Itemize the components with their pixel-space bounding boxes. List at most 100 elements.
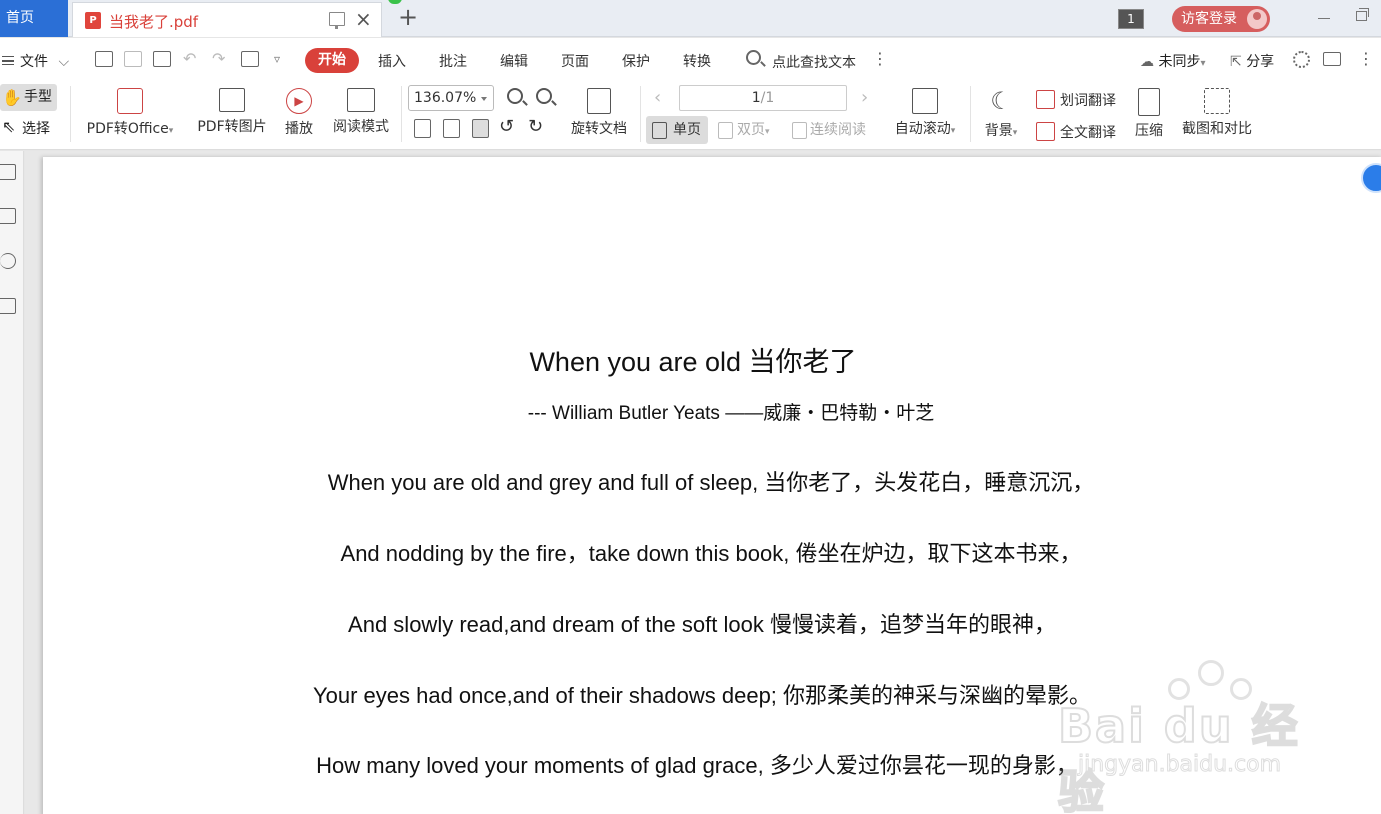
play-icon: ▶ — [286, 88, 312, 114]
menu-tab-start[interactable]: 开始 — [305, 48, 359, 73]
double-page-icon — [718, 122, 733, 139]
hand-icon: ✋ — [2, 88, 22, 107]
poem-line: When you are old and grey and full of sl… — [327, 470, 1095, 495]
quick-access-dropdown-icon[interactable]: ▿ — [274, 52, 280, 66]
full-translate-icon — [1036, 122, 1055, 141]
search-text-field[interactable]: 点此查找文本 — [772, 52, 856, 72]
moon-icon: ☾ — [990, 87, 1012, 115]
gear-icon[interactable] — [1293, 51, 1310, 68]
bookmark-tag-icon[interactable] — [0, 253, 16, 269]
pdf-to-image-button[interactable]: PDF转图片 — [194, 88, 270, 136]
open-folder-icon[interactable] — [95, 51, 113, 67]
sync-status-button[interactable]: ☁ 未同步▾ — [1140, 51, 1205, 71]
next-page-icon[interactable]: › — [861, 87, 868, 108]
rotate-left-icon[interactable]: ↺ — [499, 116, 514, 137]
continuous-read-button[interactable]: 连续阅读 — [786, 116, 866, 144]
pin-tab-icon[interactable] — [329, 12, 345, 29]
word-translate-icon — [1036, 90, 1055, 109]
close-tab-icon[interactable]: × — [355, 7, 372, 31]
menu-tab-annotate[interactable]: 批注 — [439, 51, 467, 71]
redo-icon[interactable]: ↷ — [212, 49, 225, 68]
image-icon — [219, 88, 245, 112]
tab-document-title: 当我老了.pdf — [109, 13, 199, 31]
poem-title: When you are old 当你老了 — [529, 347, 857, 377]
menu-tab-protect[interactable]: 保护 — [622, 51, 650, 71]
outline-icon[interactable] — [0, 164, 16, 180]
export-icon[interactable] — [241, 51, 259, 67]
zoom-in-icon[interactable] — [536, 88, 552, 104]
undo-icon[interactable]: ↶ — [183, 49, 196, 68]
window-count-badge[interactable]: 1 — [1118, 9, 1144, 29]
rotate-document-icon — [587, 88, 611, 114]
zoom-out-icon[interactable] — [507, 88, 523, 104]
tab-bar: 首页 P 当我老了.pdf × + 1 访客登录 — [0, 0, 1381, 37]
chevron-down-icon: ⌵ — [58, 54, 70, 70]
more-menu-icon[interactable]: ⋮ — [1358, 49, 1374, 68]
play-button[interactable]: ▶ 播放 — [282, 88, 316, 138]
hamburger-icon — [2, 56, 14, 65]
menu-tab-insert[interactable]: 插入 — [378, 51, 406, 71]
minimize-icon[interactable] — [1318, 18, 1330, 19]
menu-tab-convert[interactable]: 转换 — [683, 51, 711, 71]
ribbon-toolbar: ✋ 手型 ⇖ 选择 PDF转Office▾ PDF转图片 ▶ 播放 阅读模式 1… — [0, 82, 1381, 150]
hand-tool-button[interactable]: ✋ 手型 — [0, 84, 57, 111]
poem-line: And slowly read,and dream of the soft lo… — [348, 612, 1056, 637]
pdf-to-office-button[interactable]: PDF转Office▾ — [82, 88, 178, 138]
pdf-file-icon: P — [85, 12, 101, 29]
ribbon-divider — [970, 86, 971, 142]
book-icon — [347, 88, 375, 112]
guest-login-button[interactable]: 访客登录 — [1172, 6, 1270, 32]
tab-document[interactable]: P 当我老了.pdf × — [72, 2, 382, 37]
menu-bar: 文件 ⌵ ↶ ↷ ▿ 开始 插入 批注 编辑 页面 保护 转换 点此查找文本 ⋮… — [0, 38, 1381, 82]
poem-line: How many loved your moments of glad grac… — [316, 753, 1078, 778]
fit-width-icon[interactable] — [472, 119, 489, 138]
more-options-icon[interactable]: ⋮ — [872, 49, 888, 68]
rotate-right-icon[interactable]: ↻ — [528, 116, 543, 137]
zoom-select[interactable]: 136.07% — [408, 85, 494, 111]
comment-icon[interactable] — [1323, 52, 1341, 66]
ribbon-divider — [401, 86, 402, 142]
rotate-document-button[interactable]: 旋转文档 — [566, 88, 632, 138]
single-page-button[interactable]: 单页 — [646, 116, 708, 144]
poem-line: And nodding by the fire，take down this b… — [340, 541, 1082, 566]
compress-icon — [1138, 88, 1160, 116]
restore-window-icon[interactable] — [1356, 8, 1369, 21]
screenshot-icon — [1204, 88, 1230, 114]
cursor-icon: ⇖ — [2, 117, 16, 136]
share-button[interactable]: ⇱ 分享 — [1230, 51, 1274, 71]
previous-page-icon[interactable]: ‹ — [654, 87, 661, 108]
print-icon[interactable] — [153, 51, 171, 67]
ribbon-divider — [70, 86, 71, 142]
fit-page-icon[interactable] — [443, 119, 460, 138]
full-translate-button[interactable]: 全文翻译 — [1036, 122, 1116, 142]
menu-tab-edit[interactable]: 编辑 — [500, 51, 528, 71]
guest-login-label: 访客登录 — [1181, 11, 1237, 27]
auto-scroll-icon — [912, 88, 938, 114]
double-page-button[interactable]: 双页▾ — [712, 116, 770, 144]
background-button[interactable]: ☾ 背景▾ — [980, 88, 1022, 140]
menu-tab-page[interactable]: 页面 — [561, 51, 589, 71]
save-icon[interactable] — [124, 51, 142, 67]
new-tab-icon[interactable]: + — [398, 3, 418, 31]
tab-home[interactable]: 首页 — [0, 0, 68, 37]
annotation-list-icon[interactable] — [0, 298, 16, 314]
ribbon-divider — [640, 86, 641, 142]
left-sidebar — [0, 151, 24, 814]
thumbnail-icon[interactable] — [0, 208, 16, 224]
page-number-input[interactable]: 1/1 — [679, 85, 847, 111]
search-icon[interactable] — [746, 50, 761, 65]
read-mode-button[interactable]: 阅读模式 — [330, 88, 392, 136]
screenshot-compare-button[interactable]: 截图和对比 — [1178, 88, 1256, 138]
auto-scroll-button[interactable]: 自动滚动▾ — [888, 88, 962, 138]
avatar-icon — [1247, 9, 1267, 29]
actual-size-icon[interactable] — [414, 119, 431, 138]
select-tool-button[interactable]: ⇖ 选择 — [0, 117, 50, 138]
share-icon: ⇱ — [1230, 54, 1242, 70]
file-menu[interactable]: 文件 ⌵ — [2, 51, 69, 71]
document-viewport[interactable]: When you are old 当你老了 --- William Butler… — [25, 151, 1381, 814]
single-page-icon — [652, 122, 667, 139]
compress-button[interactable]: 压缩 — [1132, 88, 1166, 140]
word-translate-button[interactable]: 划词翻译 — [1036, 90, 1116, 110]
poem-author: --- William Butler Yeats ——威廉・巴特勒・叶芝 — [527, 403, 935, 424]
pdf-to-office-icon — [117, 88, 143, 114]
